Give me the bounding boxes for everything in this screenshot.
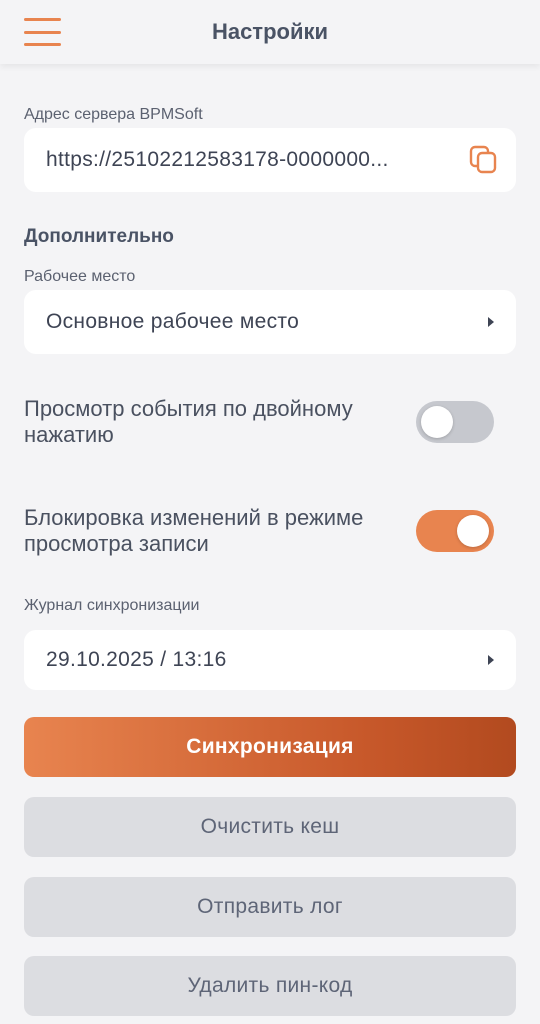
sync-button[interactable]: Синхронизация <box>24 717 516 777</box>
menu-line <box>24 30 61 34</box>
sync-log-value: 29.10.2025 / 13:16 <box>46 648 227 671</box>
lock-changes-toggle-label: Блокировка изменений в режиме просмотра … <box>24 505 364 556</box>
lock-changes-toggle-row: Блокировка изменений в режиме просмотра … <box>24 505 516 557</box>
sync-log-label: Журнал синхронизации <box>24 597 200 614</box>
toggle-knob <box>421 406 453 438</box>
lock-changes-toggle[interactable] <box>416 510 494 552</box>
toggle-knob <box>457 515 489 547</box>
workspace-select[interactable]: Основное рабочее место <box>24 290 516 354</box>
send-log-button[interactable]: Отправить лог <box>24 877 516 937</box>
workspace-label: Рабочее место <box>24 268 136 285</box>
page-title: Настройки <box>211 19 329 44</box>
app-header: Настройки <box>0 0 540 64</box>
double-tap-toggle[interactable] <box>416 401 494 443</box>
chevron-right-icon <box>488 317 494 327</box>
server-address-field[interactable]: https://25102212583178-0000000... <box>24 128 516 192</box>
delete-pin-button[interactable]: Удалить пин-код <box>24 956 516 1016</box>
copy-icon[interactable] <box>468 144 500 176</box>
double-tap-toggle-row: Просмотр события по двойному нажатию <box>24 396 516 448</box>
workspace-value: Основное рабочее место <box>46 310 300 333</box>
chevron-right-icon <box>488 655 494 665</box>
double-tap-toggle-label: Просмотр события по двойному нажатию <box>24 396 353 447</box>
clear-cache-button[interactable]: Очистить кеш <box>24 797 516 857</box>
server-address-label: Адрес сервера BPMSoft <box>24 106 203 123</box>
sync-log-select[interactable]: 29.10.2025 / 13:16 <box>24 630 516 690</box>
additional-section-title: Дополнительно <box>24 226 174 247</box>
hamburger-menu-icon[interactable] <box>24 18 61 46</box>
server-address-value: https://25102212583178-0000000... <box>46 148 389 171</box>
menu-line <box>24 18 61 21</box>
menu-line <box>24 43 61 46</box>
